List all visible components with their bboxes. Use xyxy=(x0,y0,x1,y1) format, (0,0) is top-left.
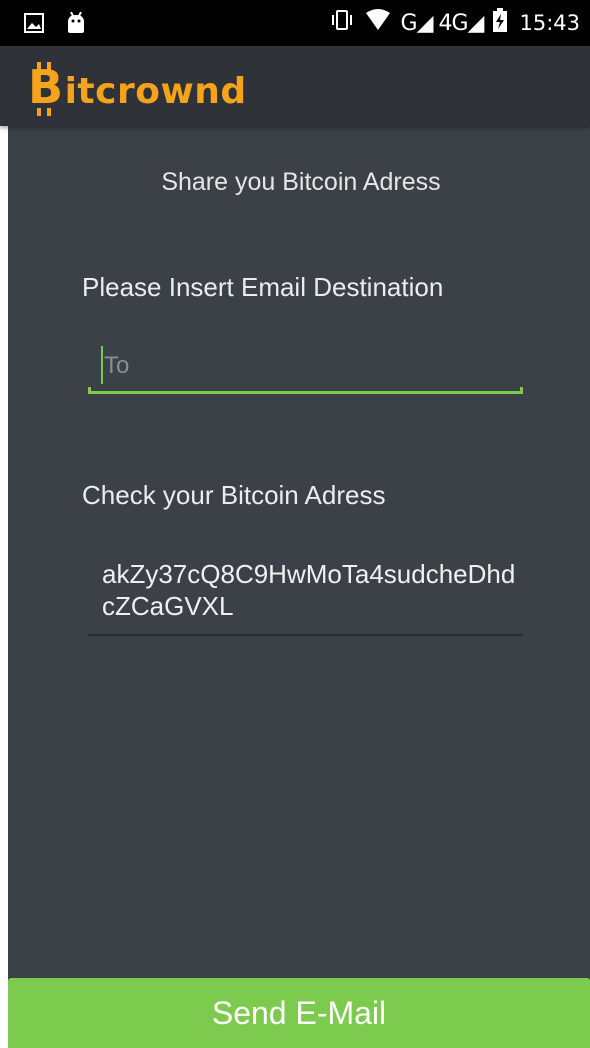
email-input[interactable] xyxy=(104,348,504,384)
logo-text: itcrownd xyxy=(64,71,247,112)
app-logo: B itcrownd xyxy=(28,60,247,116)
logo-initial: B xyxy=(28,60,64,116)
network-indicator: G◢ 4G◢ xyxy=(400,10,485,36)
bitcoin-address-field[interactable]: akZy37cQ8C9HwMoTa4sudcheDhdcZCaGVXL xyxy=(88,556,523,636)
email-label: Please Insert Email Destination xyxy=(82,272,444,302)
email-field[interactable] xyxy=(88,342,523,394)
gallery-icon xyxy=(24,13,44,38)
bitcoin-address-value[interactable]: akZy37cQ8C9HwMoTa4sudcheDhdcZCaGVXL xyxy=(102,558,522,622)
status-bar: G◢ 4G◢ 15:43 xyxy=(0,0,590,46)
battery-charging-icon xyxy=(493,8,508,38)
wifi-icon xyxy=(365,9,391,37)
app-screen: G◢ 4G◢ 15:43 B itcrownd Share you Bitcoi… xyxy=(0,0,590,1048)
status-time: 15:43 xyxy=(519,11,580,35)
send-email-button[interactable]: Send E-Mail xyxy=(8,978,590,1048)
address-label: Check your Bitcoin Adress xyxy=(82,480,386,510)
page-title: Share you Bitcoin Adress xyxy=(161,168,441,196)
android-icon xyxy=(66,11,86,39)
text-cursor xyxy=(101,346,103,384)
app-bar: B itcrownd xyxy=(0,46,590,126)
vibrate-icon xyxy=(329,9,355,37)
email-input-underline xyxy=(88,387,523,394)
